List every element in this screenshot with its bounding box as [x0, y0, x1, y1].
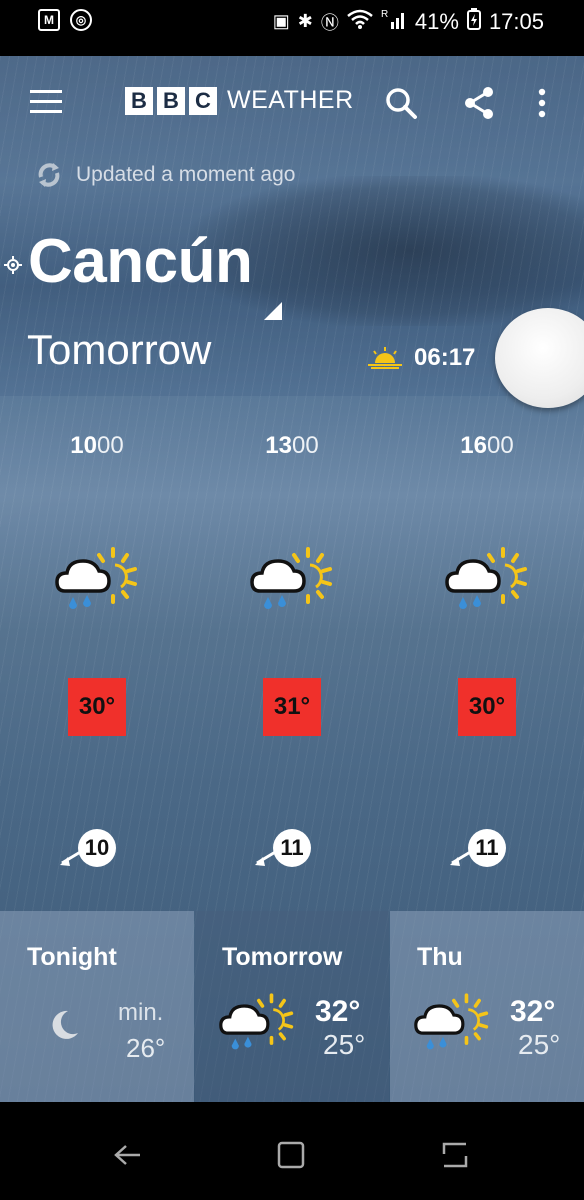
day-card-thu[interactable]: Thu 32° 25°	[390, 911, 584, 1102]
minute-value: 00	[292, 432, 319, 459]
low-temperature: 25°	[518, 1029, 561, 1060]
bluetooth-icon: ✱	[297, 11, 313, 31]
location-name[interactable]: Cancún	[28, 226, 253, 297]
network-type-label: R	[381, 9, 388, 20]
status-left-icons: M ◎	[38, 9, 92, 31]
hourly-item[interactable]: 1300 31° 11	[195, 395, 389, 911]
share-icon[interactable]	[463, 86, 497, 120]
menu-button[interactable]	[30, 90, 62, 114]
wind-speed: 11	[468, 829, 506, 867]
wind-indicator: 10	[58, 827, 148, 871]
hour-value: 13	[265, 432, 292, 459]
bbc-letter-1: B	[125, 86, 153, 115]
sunrise-info: 06:17	[366, 344, 475, 372]
battery-saver-icon: ▣	[272, 11, 290, 31]
hour-time: 1300	[195, 432, 389, 460]
clock: 17:05	[488, 8, 544, 34]
day-name: Tonight	[27, 943, 117, 971]
update-status[interactable]: Updated a moment ago	[34, 160, 295, 190]
rain-sun-icon	[414, 993, 489, 1050]
daily-forecast: Tonight min. 26° Tomorrow 32° 25° Thu 32…	[0, 911, 584, 1102]
search-icon[interactable]	[384, 86, 418, 120]
low-temperature: 25°	[323, 1029, 366, 1060]
sunrise-time: 06:17	[414, 344, 476, 371]
refresh-icon[interactable]	[34, 160, 64, 190]
bbc-blocks: B B C	[125, 86, 217, 115]
bbc-weather-logo: B B C WEATHER	[125, 86, 354, 115]
minute-value: 00	[487, 432, 514, 459]
wind-speed: 10	[78, 829, 116, 867]
updated-text: Updated a moment ago	[76, 163, 296, 186]
rain-sun-icon	[219, 993, 294, 1050]
bbc-letter-2: B	[157, 86, 185, 115]
more-options-icon[interactable]	[532, 86, 552, 120]
hour-time: 1600	[390, 432, 584, 460]
logo-word: WEATHER	[227, 86, 354, 114]
sunrise-icon	[368, 347, 402, 369]
recent-apps-icon[interactable]	[440, 1140, 470, 1170]
day-name: Tomorrow	[222, 943, 343, 971]
hour-value: 10	[70, 432, 97, 459]
rain-sun-icon	[445, 547, 527, 609]
hour-value: 16	[460, 432, 487, 459]
sync-status-icon: ◎	[70, 9, 92, 31]
bbc-letter-3: C	[189, 86, 217, 115]
signal-icon: R	[381, 8, 407, 35]
gmail-icon: M	[38, 9, 60, 31]
day-name: Thu	[417, 943, 463, 971]
wind-indicator: 11	[253, 827, 343, 871]
current-location-icon	[4, 256, 22, 274]
hour-temperature: 30°	[68, 678, 126, 736]
hour-temperature: 31°	[263, 678, 321, 736]
day-card-tonight[interactable]: Tonight min. 26°	[0, 911, 194, 1102]
min-temperature: 26°	[126, 1033, 166, 1063]
top-app-bar: B B C WEATHER	[0, 56, 584, 148]
wifi-icon	[347, 9, 373, 34]
home-icon[interactable]	[276, 1140, 306, 1170]
battery-icon	[466, 8, 481, 35]
hourly-forecast: 1000 30° 10 1300 31° 11 1600 30° 11	[0, 395, 584, 911]
high-temperature: 32°	[315, 995, 361, 1028]
rain-sun-icon	[250, 547, 332, 609]
hourly-item[interactable]: 1000 30° 10	[0, 395, 194, 911]
status-right: ▣ ✱ Ⓝ R 41% 17:05	[273, 8, 544, 35]
forecast-day: Tomorrow	[27, 326, 212, 373]
wind-indicator: 11	[448, 827, 538, 871]
rain-sun-icon	[55, 547, 137, 609]
wind-speed: 11	[273, 829, 311, 867]
status-bar: M ◎ ▣ ✱ Ⓝ R 41% 17:05	[0, 0, 584, 56]
hour-time: 1000	[0, 432, 194, 460]
battery-percent: 41%	[414, 8, 459, 34]
nfc-icon: Ⓝ	[320, 12, 339, 33]
system-nav-bar	[0, 1102, 584, 1200]
hour-temperature: 30°	[458, 678, 516, 736]
min-label: min.	[118, 999, 164, 1026]
moon-icon	[52, 1010, 78, 1039]
hourly-item[interactable]: 1600 30° 11	[390, 395, 584, 911]
day-card-tomorrow[interactable]: Tomorrow 32° 25°	[195, 911, 389, 1102]
location-dropdown-icon[interactable]	[264, 302, 282, 320]
minute-value: 00	[97, 432, 124, 459]
high-temperature: 32°	[510, 995, 556, 1028]
back-icon[interactable]	[112, 1140, 142, 1170]
